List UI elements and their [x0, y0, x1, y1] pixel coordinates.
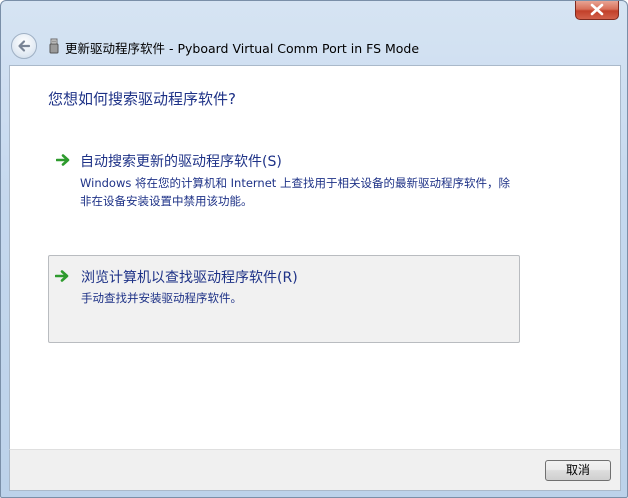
green-arrow-icon — [56, 154, 70, 166]
close-icon — [590, 3, 604, 16]
page-heading: 您想如何搜索驱动程序软件? — [48, 90, 236, 108]
back-arrow-icon — [18, 40, 31, 52]
green-arrow-icon — [55, 270, 69, 282]
close-button[interactable] — [575, 1, 619, 20]
auto-search-title: 自动搜索更新的驱动程序软件(S) — [80, 154, 282, 170]
cancel-button[interactable]: 取消 — [545, 460, 611, 481]
window-title: 更新驱动程序软件 - Pyboard Virtual Comm Port in … — [65, 41, 420, 56]
browse-computer-description: 手动查找并安装驱动程序软件。 — [81, 291, 242, 305]
auto-search-option[interactable]: 自动搜索更新的驱动程序软件(S) Windows 将在您的计算机和 Intern… — [48, 142, 520, 212]
auto-search-description: Windows 将在您的计算机和 Internet 上查找用于相关设备的最新驱动… — [80, 176, 510, 208]
content-panel: 您想如何搜索驱动程序软件? 自动搜索更新的驱动程序软件(S) Windows 将… — [9, 65, 621, 449]
browse-computer-option[interactable]: 浏览计算机以查找驱动程序软件(R) 手动查找并安装驱动程序软件。 — [48, 255, 520, 343]
browse-computer-title: 浏览计算机以查找驱动程序软件(R) — [81, 270, 298, 286]
button-bar: 取消 — [9, 449, 621, 491]
usb-device-icon — [49, 38, 59, 54]
dialog-window: 更新驱动程序软件 - Pyboard Virtual Comm Port in … — [0, 0, 628, 498]
back-button[interactable] — [11, 33, 37, 59]
header-bar: 更新驱动程序软件 - Pyboard Virtual Comm Port in … — [7, 29, 621, 63]
